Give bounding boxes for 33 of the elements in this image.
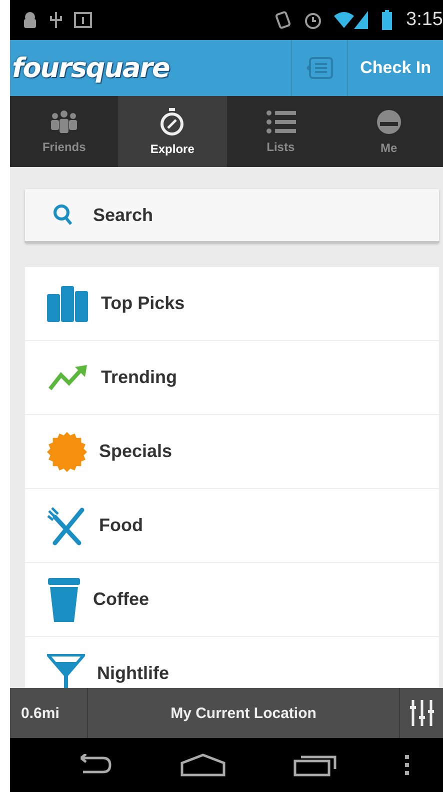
battery-icon bbox=[382, 10, 392, 30]
menu-icon bbox=[404, 755, 410, 775]
message-icon bbox=[306, 57, 333, 79]
list-icon bbox=[266, 110, 296, 134]
category-row[interactable]: Coffee bbox=[25, 563, 439, 637]
category-row[interactable]: Specials bbox=[25, 415, 439, 489]
podium-icon bbox=[47, 286, 89, 322]
category-row[interactable]: Trending bbox=[25, 341, 439, 415]
foursquare-logo: foursquare bbox=[11, 52, 170, 86]
coffee-cup-icon bbox=[47, 578, 81, 622]
category-row[interactable]: Food bbox=[25, 489, 439, 563]
calendar-icon bbox=[74, 12, 92, 28]
stopwatch-icon bbox=[159, 108, 186, 136]
fork-knife-icon bbox=[47, 506, 87, 546]
clock-time: 3:15 bbox=[406, 9, 443, 31]
trend-arrow-icon bbox=[47, 364, 89, 392]
home-button[interactable] bbox=[180, 753, 226, 777]
starburst-icon bbox=[47, 432, 87, 472]
search-field[interactable]: Search bbox=[91, 204, 295, 226]
recent-apps-icon bbox=[292, 753, 337, 777]
usb-icon bbox=[50, 11, 62, 29]
wifi-signal-icon bbox=[334, 10, 370, 30]
category-row[interactable]: Top Picks bbox=[25, 267, 439, 341]
avatar-icon bbox=[376, 108, 402, 134]
cocktail-glass-icon bbox=[47, 654, 85, 688]
search-icon bbox=[53, 204, 73, 226]
home-icon bbox=[180, 753, 226, 777]
sliders-icon bbox=[410, 700, 434, 726]
nav-tab[interactable]: Explore bbox=[118, 96, 226, 167]
recent-apps-button[interactable] bbox=[292, 753, 337, 777]
alarm-icon bbox=[304, 11, 322, 29]
people-icon bbox=[50, 110, 78, 134]
overflow-menu-button[interactable] bbox=[404, 755, 410, 775]
